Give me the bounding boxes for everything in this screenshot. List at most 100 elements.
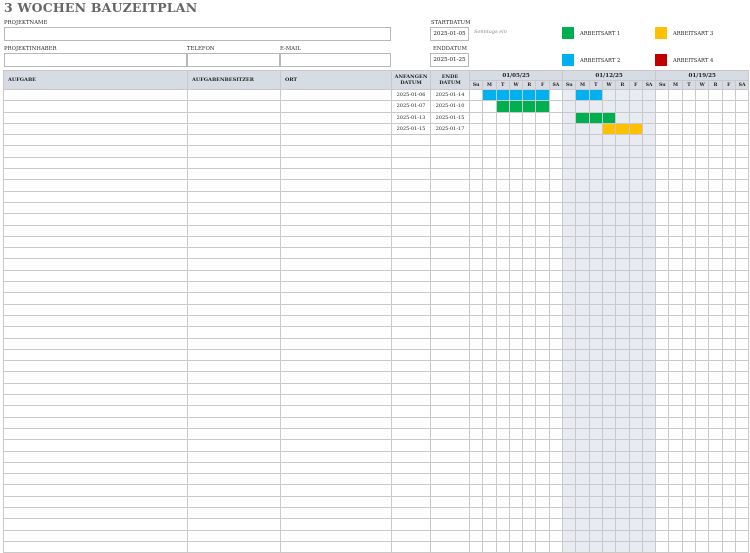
start-date-cell[interactable] (391, 292, 431, 305)
start-date-cell[interactable] (391, 156, 431, 170)
owner-cell[interactable] (187, 111, 281, 124)
location-cell[interactable] (280, 168, 392, 181)
location-cell[interactable] (280, 303, 392, 316)
end-date-cell[interactable] (430, 179, 470, 192)
location-cell[interactable] (280, 506, 392, 520)
owner-cell[interactable] (187, 529, 281, 542)
owner-cell[interactable] (187, 258, 281, 271)
end-date-cell[interactable] (430, 134, 470, 147)
task-cell[interactable] (3, 134, 188, 147)
owner-cell[interactable] (187, 168, 281, 181)
start-date-cell[interactable] (391, 495, 431, 508)
owner-cell[interactable] (187, 416, 281, 429)
location-cell[interactable] (280, 269, 392, 283)
start-date-cell[interactable] (391, 281, 431, 294)
task-cell[interactable] (3, 179, 188, 192)
task-cell[interactable] (3, 405, 188, 418)
location-cell[interactable] (280, 518, 392, 531)
location-cell[interactable] (280, 540, 392, 553)
start-date-cell[interactable] (391, 269, 431, 283)
task-cell[interactable] (3, 495, 188, 508)
owner-cell[interactable] (187, 134, 281, 147)
task-cell[interactable] (3, 100, 188, 113)
task-cell[interactable] (3, 224, 188, 237)
start-date-cell[interactable] (391, 326, 431, 339)
end-date-cell[interactable] (430, 540, 470, 553)
location-cell[interactable] (280, 292, 392, 305)
location-cell[interactable] (280, 213, 392, 226)
location-cell[interactable] (280, 473, 392, 486)
location-cell[interactable] (280, 405, 392, 418)
owner-cell[interactable] (187, 439, 281, 452)
task-cell[interactable] (3, 394, 188, 407)
start-date-cell[interactable] (391, 405, 431, 418)
end-date-cell[interactable]: 2025-01-10 (430, 100, 470, 113)
task-cell[interactable] (3, 190, 188, 203)
start-date-cell[interactable] (391, 518, 431, 531)
start-date-cell[interactable]: 2025-01-15 (391, 122, 431, 136)
start-date-cell[interactable] (391, 360, 431, 373)
task-cell[interactable] (3, 269, 188, 283)
start-date-cell[interactable] (391, 427, 431, 441)
start-date-cell[interactable] (391, 506, 431, 520)
location-cell[interactable] (280, 258, 392, 271)
task-cell[interactable] (3, 168, 188, 181)
owner-cell[interactable] (187, 461, 281, 475)
owner-cell[interactable] (187, 394, 281, 407)
task-cell[interactable] (3, 111, 188, 124)
location-cell[interactable] (280, 337, 392, 350)
start-date-cell[interactable] (391, 224, 431, 237)
owner-cell[interactable] (187, 224, 281, 237)
end-date-cell[interactable] (430, 473, 470, 486)
start-date-cell[interactable] (391, 439, 431, 452)
end-date-cell[interactable] (430, 213, 470, 226)
owner-cell[interactable] (187, 326, 281, 339)
end-date-cell[interactable] (430, 518, 470, 531)
location-cell[interactable] (280, 382, 392, 396)
end-date-cell[interactable] (430, 168, 470, 181)
start-date-cell[interactable]: 2025-01-13 (391, 111, 431, 124)
end-date-cell[interactable] (430, 224, 470, 237)
task-cell[interactable] (3, 88, 188, 102)
start-date-cell[interactable] (391, 394, 431, 407)
start-date-cell[interactable] (391, 473, 431, 486)
owner-cell[interactable] (187, 382, 281, 396)
start-date-cell[interactable] (391, 382, 431, 396)
end-date-cell[interactable] (430, 292, 470, 305)
owner-cell[interactable] (187, 88, 281, 102)
end-date-cell[interactable]: 2025-01-17 (430, 122, 470, 136)
owner-cell[interactable] (187, 292, 281, 305)
location-cell[interactable] (280, 371, 392, 384)
task-cell[interactable] (3, 303, 188, 316)
owner-cell[interactable] (187, 473, 281, 486)
task-cell[interactable] (3, 439, 188, 452)
owner-cell[interactable] (187, 235, 281, 249)
location-cell[interactable] (280, 145, 392, 158)
owner-cell[interactable] (187, 427, 281, 441)
location-cell[interactable] (280, 156, 392, 170)
task-cell[interactable] (3, 484, 188, 497)
end-date-cell[interactable] (430, 258, 470, 271)
location-cell[interactable] (280, 281, 392, 294)
location-cell[interactable] (280, 461, 392, 475)
task-cell[interactable] (3, 371, 188, 384)
end-date-cell[interactable] (430, 382, 470, 396)
end-date-cell[interactable] (430, 337, 470, 350)
start-date-cell[interactable] (391, 235, 431, 249)
start-date-cell[interactable] (391, 168, 431, 181)
location-cell[interactable] (280, 439, 392, 452)
owner-cell[interactable] (187, 314, 281, 328)
owner-cell[interactable] (187, 190, 281, 203)
task-cell[interactable] (3, 506, 188, 520)
end-date-cell[interactable] (430, 190, 470, 203)
location-cell[interactable] (280, 394, 392, 407)
owner-cell[interactable] (187, 405, 281, 418)
project-owner-field[interactable] (4, 53, 187, 67)
location-cell[interactable] (280, 360, 392, 373)
location-cell[interactable] (280, 529, 392, 542)
end-date-cell[interactable] (430, 235, 470, 249)
task-cell[interactable] (3, 540, 188, 553)
task-cell[interactable] (3, 235, 188, 249)
end-date-cell[interactable] (430, 450, 470, 463)
task-cell[interactable] (3, 360, 188, 373)
